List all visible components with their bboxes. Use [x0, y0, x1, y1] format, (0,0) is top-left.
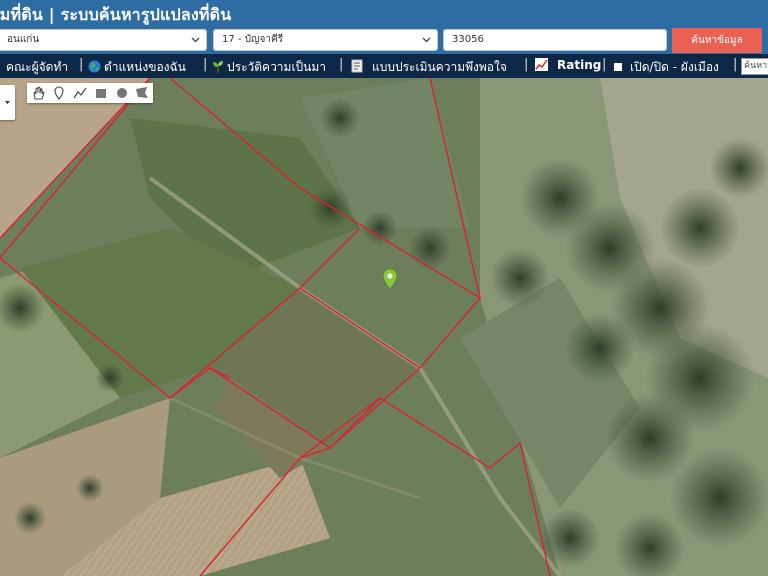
map-search-input[interactable]: ค้นหาส	[741, 58, 768, 75]
parcel-number-input[interactable]: 33056	[443, 29, 667, 51]
circle-icon[interactable]	[115, 86, 129, 100]
menu-item-label: แบบประเมินความพึงพอใจ	[372, 60, 507, 74]
layer-switcher[interactable]	[0, 85, 15, 120]
checkbox-icon[interactable]	[614, 63, 622, 71]
menu-item-history[interactable]: ประวัติความเป็นมา	[212, 58, 326, 77]
chevron-down-icon	[191, 37, 200, 43]
marker-icon[interactable]	[52, 86, 66, 100]
menu-item-label: ประวัติความเป็นมา	[227, 60, 327, 74]
district-value: 17 - บัญจาคีรี	[222, 34, 284, 45]
menu-item-label: ตำแหน่งของฉัน	[104, 60, 186, 74]
search-button[interactable]: ค้นหาข้อมูล	[672, 28, 762, 53]
menu-item-label: คณะผู้จัดทำ	[6, 60, 69, 74]
chevron-down-icon	[422, 37, 431, 43]
menu-separator: |	[339, 57, 344, 72]
zoning-toggle[interactable]: เปิด/ปิด - ผังเมือง	[614, 58, 719, 77]
menu-separator: |	[524, 57, 529, 72]
menu-item-label: Rating	[557, 58, 602, 72]
parcel-number-value: 33056	[452, 34, 484, 45]
location-marker-icon[interactable]	[382, 268, 398, 290]
rectangle-icon[interactable]	[94, 86, 108, 100]
draw-toolbar	[27, 83, 153, 103]
map-canvas[interactable]	[0, 78, 768, 576]
district-select[interactable]: 17 - บัญจาคีรี	[213, 29, 438, 51]
hand-icon[interactable]	[31, 86, 45, 100]
search-form: อนแก่น 17 - บัญจาคีรี 33056 ค้นหาข้อมูล	[0, 27, 768, 54]
menu-item-rating[interactable]: Rating	[535, 58, 601, 72]
main-menu: คณะผู้จัดทำ | ตำแหน่งของฉัน | ประวัติควา…	[0, 54, 768, 78]
document-icon	[351, 59, 363, 73]
sprout-icon	[213, 61, 223, 73]
province-value: อนแก่น	[7, 34, 40, 45]
province-select[interactable]: อนแก่น	[0, 29, 207, 51]
satellite-map[interactable]	[0, 78, 768, 576]
app-title-bar: รมที่ดิน | ระบบค้นหารูปแปลงที่ดิน	[0, 0, 768, 27]
menu-item-team[interactable]: คณะผู้จัดทำ	[6, 58, 68, 77]
polygon-icon[interactable]	[135, 86, 149, 100]
caret-down-icon	[5, 101, 10, 104]
chart-icon	[535, 58, 548, 71]
menu-item-my-location[interactable]: ตำแหน่งของฉัน	[88, 58, 186, 77]
globe-icon	[88, 60, 101, 73]
menu-separator: |	[602, 57, 607, 72]
menu-item-survey[interactable]: แบบประเมินความพึงพอใจ	[351, 58, 507, 77]
menu-separator: |	[79, 57, 84, 72]
polyline-icon[interactable]	[73, 86, 87, 100]
app-title: รมที่ดิน | ระบบค้นหารูปแปลงที่ดิน	[0, 5, 232, 24]
menu-separator: |	[733, 57, 738, 72]
menu-separator: |	[203, 57, 208, 72]
map-search-placeholder: ค้นหาส	[744, 61, 768, 71]
menu-item-label: เปิด/ปิด - ผังเมือง	[630, 60, 719, 74]
